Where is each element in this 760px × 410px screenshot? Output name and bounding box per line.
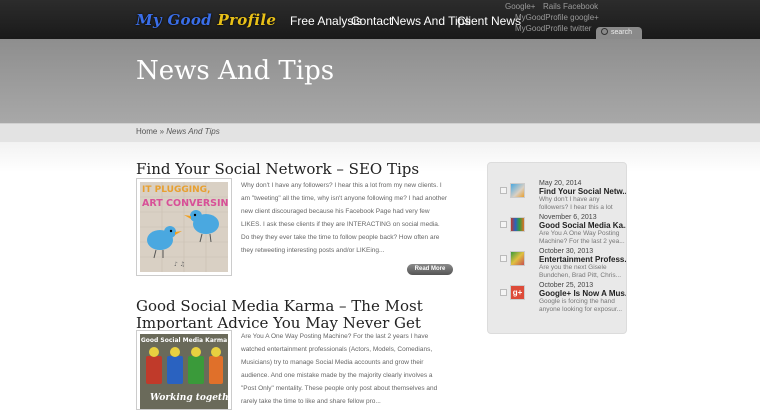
search-label: search [611, 29, 633, 36]
post-title-link[interactable]: Good Social Media Karma – The Most Impor… [136, 298, 436, 332]
sidebar-post-date: May 20, 2014 [539, 180, 582, 187]
sidebar-post-excerpt: Google is forcing the hand anyone looking… [539, 298, 623, 313]
google-plus-icon: g+ [510, 285, 525, 300]
search-icon [601, 28, 608, 35]
sidebar-post-title[interactable]: Google+ Is Now A Mus... [539, 289, 626, 298]
excerpt-line: "Post Only" mentality. These people only… [241, 385, 438, 392]
sidebar-post-excerpt: Are you the next Gisele Bundchen, Brad Pi… [539, 264, 622, 279]
social-link-google-plus[interactable]: Google+ [505, 2, 535, 11]
image-caption-line1: Good Social Media Karma [141, 337, 227, 344]
logo-text-part2: Profile [217, 11, 277, 29]
breadcrumb-home[interactable]: Home [136, 127, 157, 136]
sidebar-post-item[interactable]: November 6, 2013 Good Social Media Ka...… [488, 213, 626, 247]
excerpt-line: watched entertainment professionals (Act… [241, 346, 433, 353]
excerpt-line: LIKES. I ask these clients if they are I… [241, 221, 440, 228]
post-thumbnail[interactable]: IT PLUGGING, ART CONVERSING ♪ ♫ [136, 178, 232, 276]
breadcrumb: Home » News And Tips [0, 123, 760, 143]
excerpt-line: they retweeting interesting posts and/or… [241, 247, 385, 254]
bullet-icon [500, 289, 507, 296]
sidebar-post-item[interactable]: May 20, 2014 Find Your Social Netw... Wh… [488, 179, 626, 213]
excerpt-line: Musicians) try to manage Social Media ac… [241, 359, 424, 366]
social-link-google-plus-profile[interactable]: MyGoodProfile google+ [515, 13, 599, 22]
sidebar-post-title[interactable]: Entertainment Profess... [539, 255, 626, 264]
excerpt-line: Are You A One Way Posting Machine? For t… [241, 333, 429, 340]
image-caption-line1: IT PLUGGING, [142, 185, 210, 195]
sidebar-post-title[interactable]: Find Your Social Netw... [539, 187, 626, 196]
sidebar-post-thumbnail [510, 183, 525, 198]
sidebar-post-thumbnail [510, 217, 525, 232]
post-excerpt: Are You A One Way Posting Machine? For t… [241, 330, 456, 408]
sidebar-post-excerpt: Are You A One Way Posting Machine? For th… [539, 230, 625, 245]
search-box[interactable]: search [596, 27, 642, 39]
breadcrumb-separator: » [159, 127, 165, 136]
bullet-icon [500, 187, 507, 194]
sidebar-post-thumbnail [510, 251, 525, 266]
post-title-link[interactable]: Find Your Social Network – SEO Tips [136, 161, 436, 178]
page-title: News And Tips [136, 56, 335, 86]
read-more-button[interactable]: Read More [407, 264, 453, 275]
page-header: News And Tips [0, 39, 760, 123]
excerpt-line: audience. And one mistake made by the ma… [241, 372, 433, 379]
excerpt-line: am "tweeting" all the time, why isn't an… [241, 195, 448, 202]
sidebar-post-title[interactable]: Good Social Media Ka... [539, 221, 626, 230]
social-karma-image: Good Social Media Karma Working together [140, 334, 228, 409]
bullet-icon [500, 255, 507, 262]
social-link-twitter[interactable]: MyGoodProfile twitter [515, 24, 591, 33]
nav-client-news[interactable]: Client News [457, 14, 521, 28]
social-link-facebook[interactable]: Rails Facebook [543, 2, 598, 11]
image-caption-line2: Working together [150, 393, 228, 403]
logo-text-part1: My Good [136, 11, 212, 29]
sidebar-post-item[interactable]: g+ October 25, 2013 Google+ Is Now A Mus… [488, 281, 626, 315]
excerpt-line: rarely take the time to like and share f… [241, 398, 381, 405]
svg-text:♪ ♫: ♪ ♫ [174, 261, 185, 268]
top-navigation-bar: My Good Profile Free Analysis Contact Ne… [0, 0, 760, 39]
bullet-icon [500, 221, 507, 228]
breadcrumb-current: News And Tips [166, 127, 220, 136]
excerpt-line: Why don't I have any followers? I hear t… [241, 182, 442, 189]
excerpt-line: new client discouraged because his Faceb… [241, 208, 430, 215]
post-thumbnail[interactable]: Good Social Media Karma Working together [136, 330, 232, 410]
sidebar-post-excerpt: Why don't I have any followers? I hear th… [539, 196, 613, 211]
post-excerpt: Why don't I have any followers? I hear t… [241, 179, 456, 257]
site-logo[interactable]: My Good Profile [136, 11, 276, 29]
sidebar-post-date: October 30, 2013 [539, 248, 594, 255]
recent-posts-sidebar: May 20, 2014 Find Your Social Netw... Wh… [487, 162, 627, 334]
image-caption-line2: ART CONVERSING [142, 198, 228, 209]
sidebar-post-date: November 6, 2013 [539, 214, 597, 221]
nav-contact[interactable]: Contact [351, 14, 392, 28]
sidebar-post-item[interactable]: October 30, 2013 Entertainment Profess..… [488, 247, 626, 281]
sidebar-post-date: October 25, 2013 [539, 282, 594, 289]
excerpt-line: Do they they ever take the time to follo… [241, 234, 440, 241]
twitter-birds-image: IT PLUGGING, ART CONVERSING ♪ ♫ [140, 182, 228, 272]
